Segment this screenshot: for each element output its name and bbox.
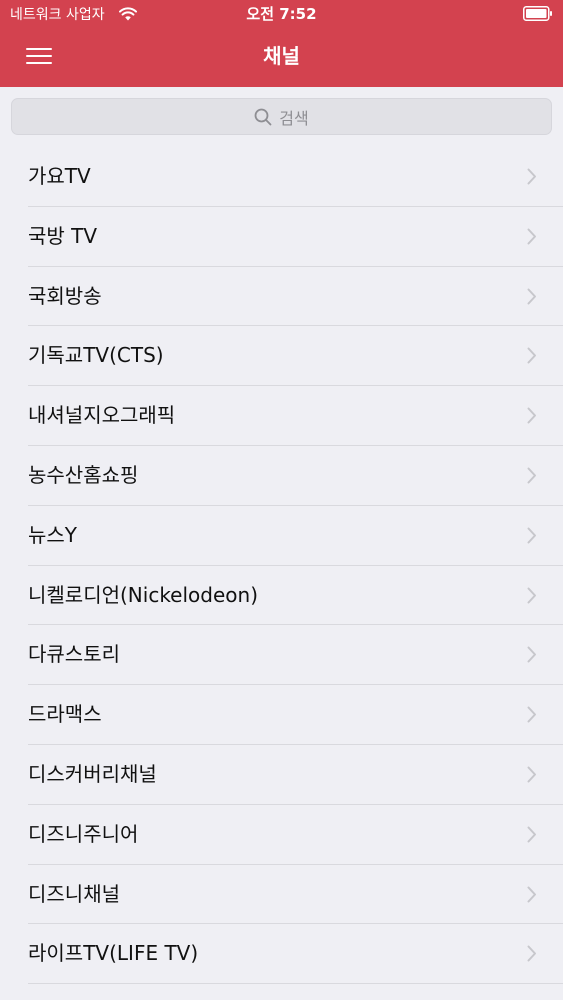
chevron-right-icon [527,886,536,903]
chevron-right-icon [527,168,536,185]
channel-label: 라이프TV(LIFE TV) [28,941,199,966]
channel-list: 가요TV 국방 TV 국회방송 기독교TV(CTS) 내셔널지오그래픽 농수산홈… [0,147,563,984]
list-item[interactable]: 드라맥스 [0,685,563,745]
channel-label: 국회방송 [28,283,102,308]
list-item[interactable]: 디즈니채널 [0,865,563,925]
chevron-right-icon [527,945,536,962]
battery-icon [523,6,552,21]
status-time: 오전 7:52 [246,5,317,23]
chevron-right-icon [527,347,536,364]
chevron-right-icon [527,467,536,484]
channel-label: 드라맥스 [28,702,102,727]
channel-label: 디스커버리채널 [28,761,157,786]
channel-label: 뉴스Y [28,522,78,547]
chevron-right-icon [527,766,536,783]
chevron-right-icon [527,407,536,424]
chevron-right-icon [527,288,536,305]
navigation-bar: 채널 [0,30,563,87]
list-item[interactable]: 다큐스토리 [0,625,563,685]
channel-label: 니켈로디언(Nickelodeon) [28,582,258,607]
status-bar: 네트워크 사업자 오전 7:52 [0,0,563,30]
channel-label: 가요TV [28,164,91,188]
chevron-right-icon [527,706,536,723]
list-item[interactable]: 국회방송 [0,267,563,327]
channel-label: 내셔널지오그래픽 [28,403,176,428]
list-item[interactable]: 디스커버리채널 [0,745,563,805]
list-item[interactable]: 농수산홈쇼핑 [0,446,563,506]
page-title: 채널 [263,44,300,68]
list-item[interactable]: 기독교TV(CTS) [0,326,563,386]
chevron-right-icon [527,587,536,604]
list-item[interactable]: 디즈니주니어 [0,805,563,865]
search-icon [254,108,272,125]
chevron-right-icon [527,826,536,843]
channel-label: 디즈니주니어 [28,821,139,846]
channel-label: 다큐스토리 [28,642,120,667]
chevron-right-icon [527,228,536,245]
channel-label: 기독교TV(CTS) [28,343,164,368]
search-bar: 검색 [0,87,563,146]
list-item[interactable]: 뉴스Y [0,506,563,566]
chevron-right-icon [527,527,536,544]
channel-label: 디즈니채널 [28,881,120,906]
list-item[interactable]: 가요TV [0,147,563,207]
list-item[interactable]: 국방 TV [0,207,563,267]
search-placeholder: 검색 [279,108,309,128]
list-item[interactable]: 니켈로디언(Nickelodeon) [0,566,563,626]
search-input[interactable]: 검색 [11,98,552,135]
chevron-right-icon [527,646,536,663]
app-header: 네트워크 사업자 오전 7:52 채널 [0,0,563,87]
channel-label: 국방 TV [28,223,98,248]
list-item[interactable]: 라이프TV(LIFE TV) [0,924,563,984]
list-item[interactable]: 내셔널지오그래픽 [0,386,563,446]
channel-label: 농수산홈쇼핑 [28,462,139,487]
